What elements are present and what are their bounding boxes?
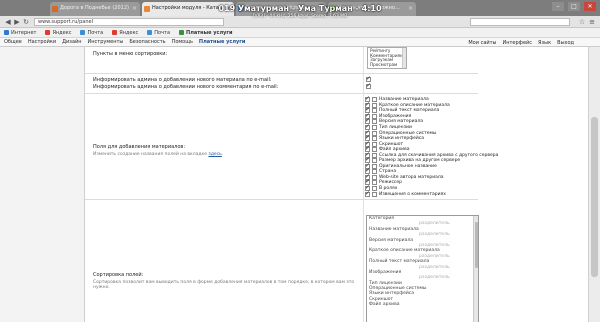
menu-item-paid-services[interactable]: Платные услуги xyxy=(199,39,246,45)
bookmark-item[interactable]: Платные услуги xyxy=(179,30,233,36)
mail-icon xyxy=(147,30,153,35)
field-required-checkbox[interactable] xyxy=(372,97,377,103)
menu-item-settings[interactable]: Настройки xyxy=(28,39,56,45)
field-required-checkbox[interactable] xyxy=(372,186,377,192)
field-enable-checkbox[interactable] xyxy=(365,190,370,197)
admin-right-menu: Мои сайты Интерфейс Язык Выход xyxy=(468,38,574,47)
maximize-button[interactable]: □ xyxy=(568,2,580,11)
menu-item-logout[interactable]: Выход xyxy=(557,40,574,46)
browser-tab-2[interactable]: Настройки модуля - Ката... × xyxy=(142,2,234,16)
site-favicon-icon xyxy=(330,6,336,12)
left-sidebar xyxy=(0,47,85,322)
site-favicon-icon xyxy=(144,6,150,12)
field-required-checkbox[interactable] xyxy=(372,125,377,130)
bookmark-item[interactable]: Почта xyxy=(80,30,103,36)
field-required-checkbox[interactable] xyxy=(372,136,377,142)
page-scroll-thumb[interactable] xyxy=(591,117,598,277)
select-scrollbar[interactable] xyxy=(402,48,406,68)
mail-icon xyxy=(80,30,86,35)
sort-fields-label: Сортировка полей: xyxy=(93,272,144,278)
globe-icon xyxy=(4,30,9,35)
field-row: Извещения о комментариях xyxy=(365,190,498,197)
fields-checkbox-list: Название материала Краткое описание мате… xyxy=(365,95,498,197)
star-icon[interactable]: ☆ xyxy=(578,18,586,26)
bookmark-item[interactable]: Яндекс xyxy=(112,30,138,36)
menu-item-help[interactable]: Помощь xyxy=(172,39,193,45)
field-required-checkbox[interactable] xyxy=(372,158,377,164)
close-window-button[interactable]: ✕ xyxy=(584,2,596,11)
close-tab-icon[interactable]: × xyxy=(226,5,231,12)
yandex-icon xyxy=(45,30,51,35)
field-required-checkbox[interactable] xyxy=(372,113,377,119)
field-required-checkbox[interactable] xyxy=(372,102,377,108)
minimize-button[interactable]: – xyxy=(552,2,564,11)
field-required-checkbox[interactable] xyxy=(372,141,377,147)
notify-material-label: Информировать админа о добавлении нового… xyxy=(93,77,272,83)
bookmarks-toolbar: Интернет Яндекс Почта Яндекс Почта Платн… xyxy=(0,28,600,38)
close-tab-icon[interactable]: × xyxy=(318,5,323,12)
listbox-scrollbar[interactable] xyxy=(473,216,478,322)
window-controls: – □ ✕ xyxy=(552,2,596,11)
fields-hint-link[interactable]: здесь xyxy=(208,152,221,157)
column-divider xyxy=(363,47,364,322)
menu-item-security[interactable]: Безопасность xyxy=(129,39,165,45)
sort-option[interactable]: Файл архива xyxy=(367,302,478,307)
bookmark-item[interactable]: Почта xyxy=(147,30,170,36)
reload-icon[interactable]: ↻ xyxy=(22,18,30,26)
sort-fields-listbox[interactable]: Категория разделитель Название материала… xyxy=(366,215,479,322)
menu-item-general[interactable]: Общее xyxy=(4,39,22,45)
browser-tab-4[interactable]: Узнать что мы можно... × xyxy=(328,2,416,16)
fields-hint: Изменить создание названия полей на вкла… xyxy=(93,152,224,157)
field-required-checkbox[interactable] xyxy=(372,174,377,180)
fields-label: Поля для добавления материалов: xyxy=(93,144,186,150)
menu-icon[interactable]: ≡ xyxy=(588,18,596,26)
address-bar-row: ◀ ▶ ↻ www.support.ru/panel ☆ ≡ xyxy=(0,16,600,28)
page-scrollbar[interactable] xyxy=(588,47,600,322)
site-favicon-icon xyxy=(52,6,58,12)
field-required-checkbox[interactable] xyxy=(372,108,377,114)
field-required-checkbox[interactable] xyxy=(372,152,377,158)
field-required-checkbox[interactable] xyxy=(372,180,377,186)
menu-item-design[interactable]: Дизайн xyxy=(62,39,81,45)
field-required-checkbox[interactable] xyxy=(372,147,377,153)
browser-tab-1[interactable]: Дорога в Поднебье (2012) × xyxy=(50,2,140,16)
field-required-checkbox[interactable] xyxy=(372,163,377,169)
field-required-checkbox[interactable] xyxy=(372,119,377,125)
menu-item-interface[interactable]: Интерфейс xyxy=(503,40,533,46)
close-tab-icon[interactable]: × xyxy=(408,5,413,12)
menu-sort-select[interactable]: Рейтингу Комментариям Загрузкам Просмотр… xyxy=(367,47,407,69)
field-required-checkbox[interactable] xyxy=(372,169,377,175)
bookmark-item[interactable]: Интернет xyxy=(4,30,36,36)
field-required-checkbox[interactable] xyxy=(372,130,377,136)
close-tab-icon[interactable]: × xyxy=(132,5,137,12)
menu-item-tools[interactable]: Инструменты xyxy=(88,39,124,45)
sort-fields-hint: Сортировка позволит вам выводить поля в … xyxy=(93,280,355,290)
menu-sort-option[interactable]: Просмотрам xyxy=(370,62,404,68)
row-divider xyxy=(85,73,478,74)
services-icon xyxy=(179,30,185,35)
site-favicon-icon xyxy=(238,6,244,12)
back-icon[interactable]: ◀ xyxy=(4,18,12,26)
settings-form: Пункты в меню сортировки: Рейтингу Комме… xyxy=(85,47,588,322)
url-input[interactable]: www.support.ru/panel xyxy=(34,18,224,26)
field-required-checkbox[interactable] xyxy=(372,191,377,197)
admin-top-menu: Общее Настройки Дизайн Инструменты Безоп… xyxy=(0,38,600,47)
forward-icon[interactable]: ▶ xyxy=(13,18,21,26)
listbox-scroll-thumb[interactable] xyxy=(475,222,478,268)
row-divider xyxy=(85,93,478,94)
browser-tab-3[interactable]: Более двойное Нового... × xyxy=(236,2,326,16)
bookmark-item[interactable]: Яндекс xyxy=(45,30,71,36)
menu-item-my-sites[interactable]: Мои сайты xyxy=(468,40,496,46)
browser-tab-strip: Дорога в Поднебье (2012) × Настройки мод… xyxy=(0,0,600,16)
menu-item-language[interactable]: Язык xyxy=(538,40,551,46)
yandex-icon xyxy=(112,30,118,35)
browser-search-input[interactable] xyxy=(470,18,570,26)
menu-sort-label: Пункты в меню сортировки: xyxy=(93,51,168,57)
row-divider xyxy=(85,199,478,200)
notify-comment-label: Информировать админа о добавлении нового… xyxy=(93,84,279,90)
notify-comment-checkbox[interactable] xyxy=(366,82,371,89)
